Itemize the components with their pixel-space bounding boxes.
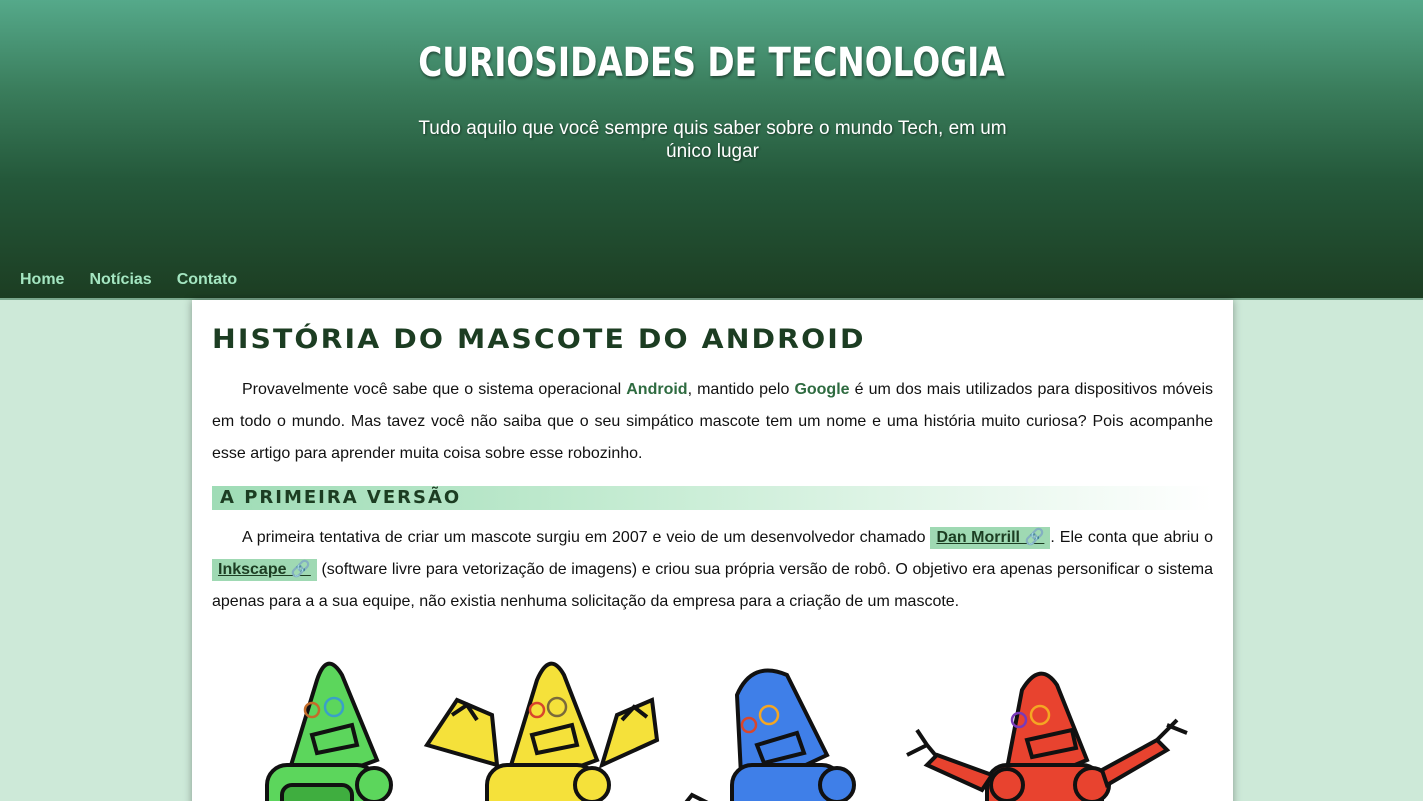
site-title: CURIOSIDADES DE TECNOLOGIA <box>418 40 1005 86</box>
section1-text-2: . Ele conta que abriu o <box>1050 529 1214 546</box>
inkscape-link[interactable]: Inkscape 🔗 <box>212 559 317 581</box>
nav-link-contato[interactable]: Contato <box>177 271 237 289</box>
dan-morrill-link[interactable]: Dan Morrill 🔗 <box>930 527 1051 549</box>
nav-link-home[interactable]: Home <box>20 271 64 289</box>
google-highlight: Google <box>794 381 850 398</box>
robot-mascots-illustration <box>265 661 1188 801</box>
section1-text-1: A primeira tentativa de criar um mascote… <box>242 529 931 546</box>
article: História do Mascote do Android Provavelm… <box>192 300 1233 801</box>
green-robot-image <box>265 661 393 801</box>
red-robot-image <box>906 671 1188 801</box>
android-highlight: Android <box>626 381 688 398</box>
yellow-robot-image <box>423 661 660 801</box>
intro-text-1: Provavelmente você sabe que o sistema op… <box>242 381 627 398</box>
site-subtitle: Tudo aquilo que você sempre quis saber s… <box>418 118 1007 162</box>
main-nav: Home Notícias Contato <box>0 262 237 298</box>
section1-text-3: (software livre para vetorização de imag… <box>212 561 1213 610</box>
intro-paragraph: Provavelmente você sabe que o sistema op… <box>212 374 1213 470</box>
intro-text-2: , mantido pelo <box>687 381 795 398</box>
blue-robot-image <box>684 668 856 801</box>
section-heading-primeira-versao: A primeira versão <box>212 486 1213 510</box>
site-header: CURIOSIDADES DE TECNOLOGIA Tudo aquilo q… <box>0 0 1423 300</box>
nav-link-noticias[interactable]: Notícias <box>89 271 151 289</box>
article-title: História do Mascote do Android <box>212 324 866 355</box>
section1-paragraph: A primeira tentativa de criar um mascote… <box>212 522 1213 618</box>
